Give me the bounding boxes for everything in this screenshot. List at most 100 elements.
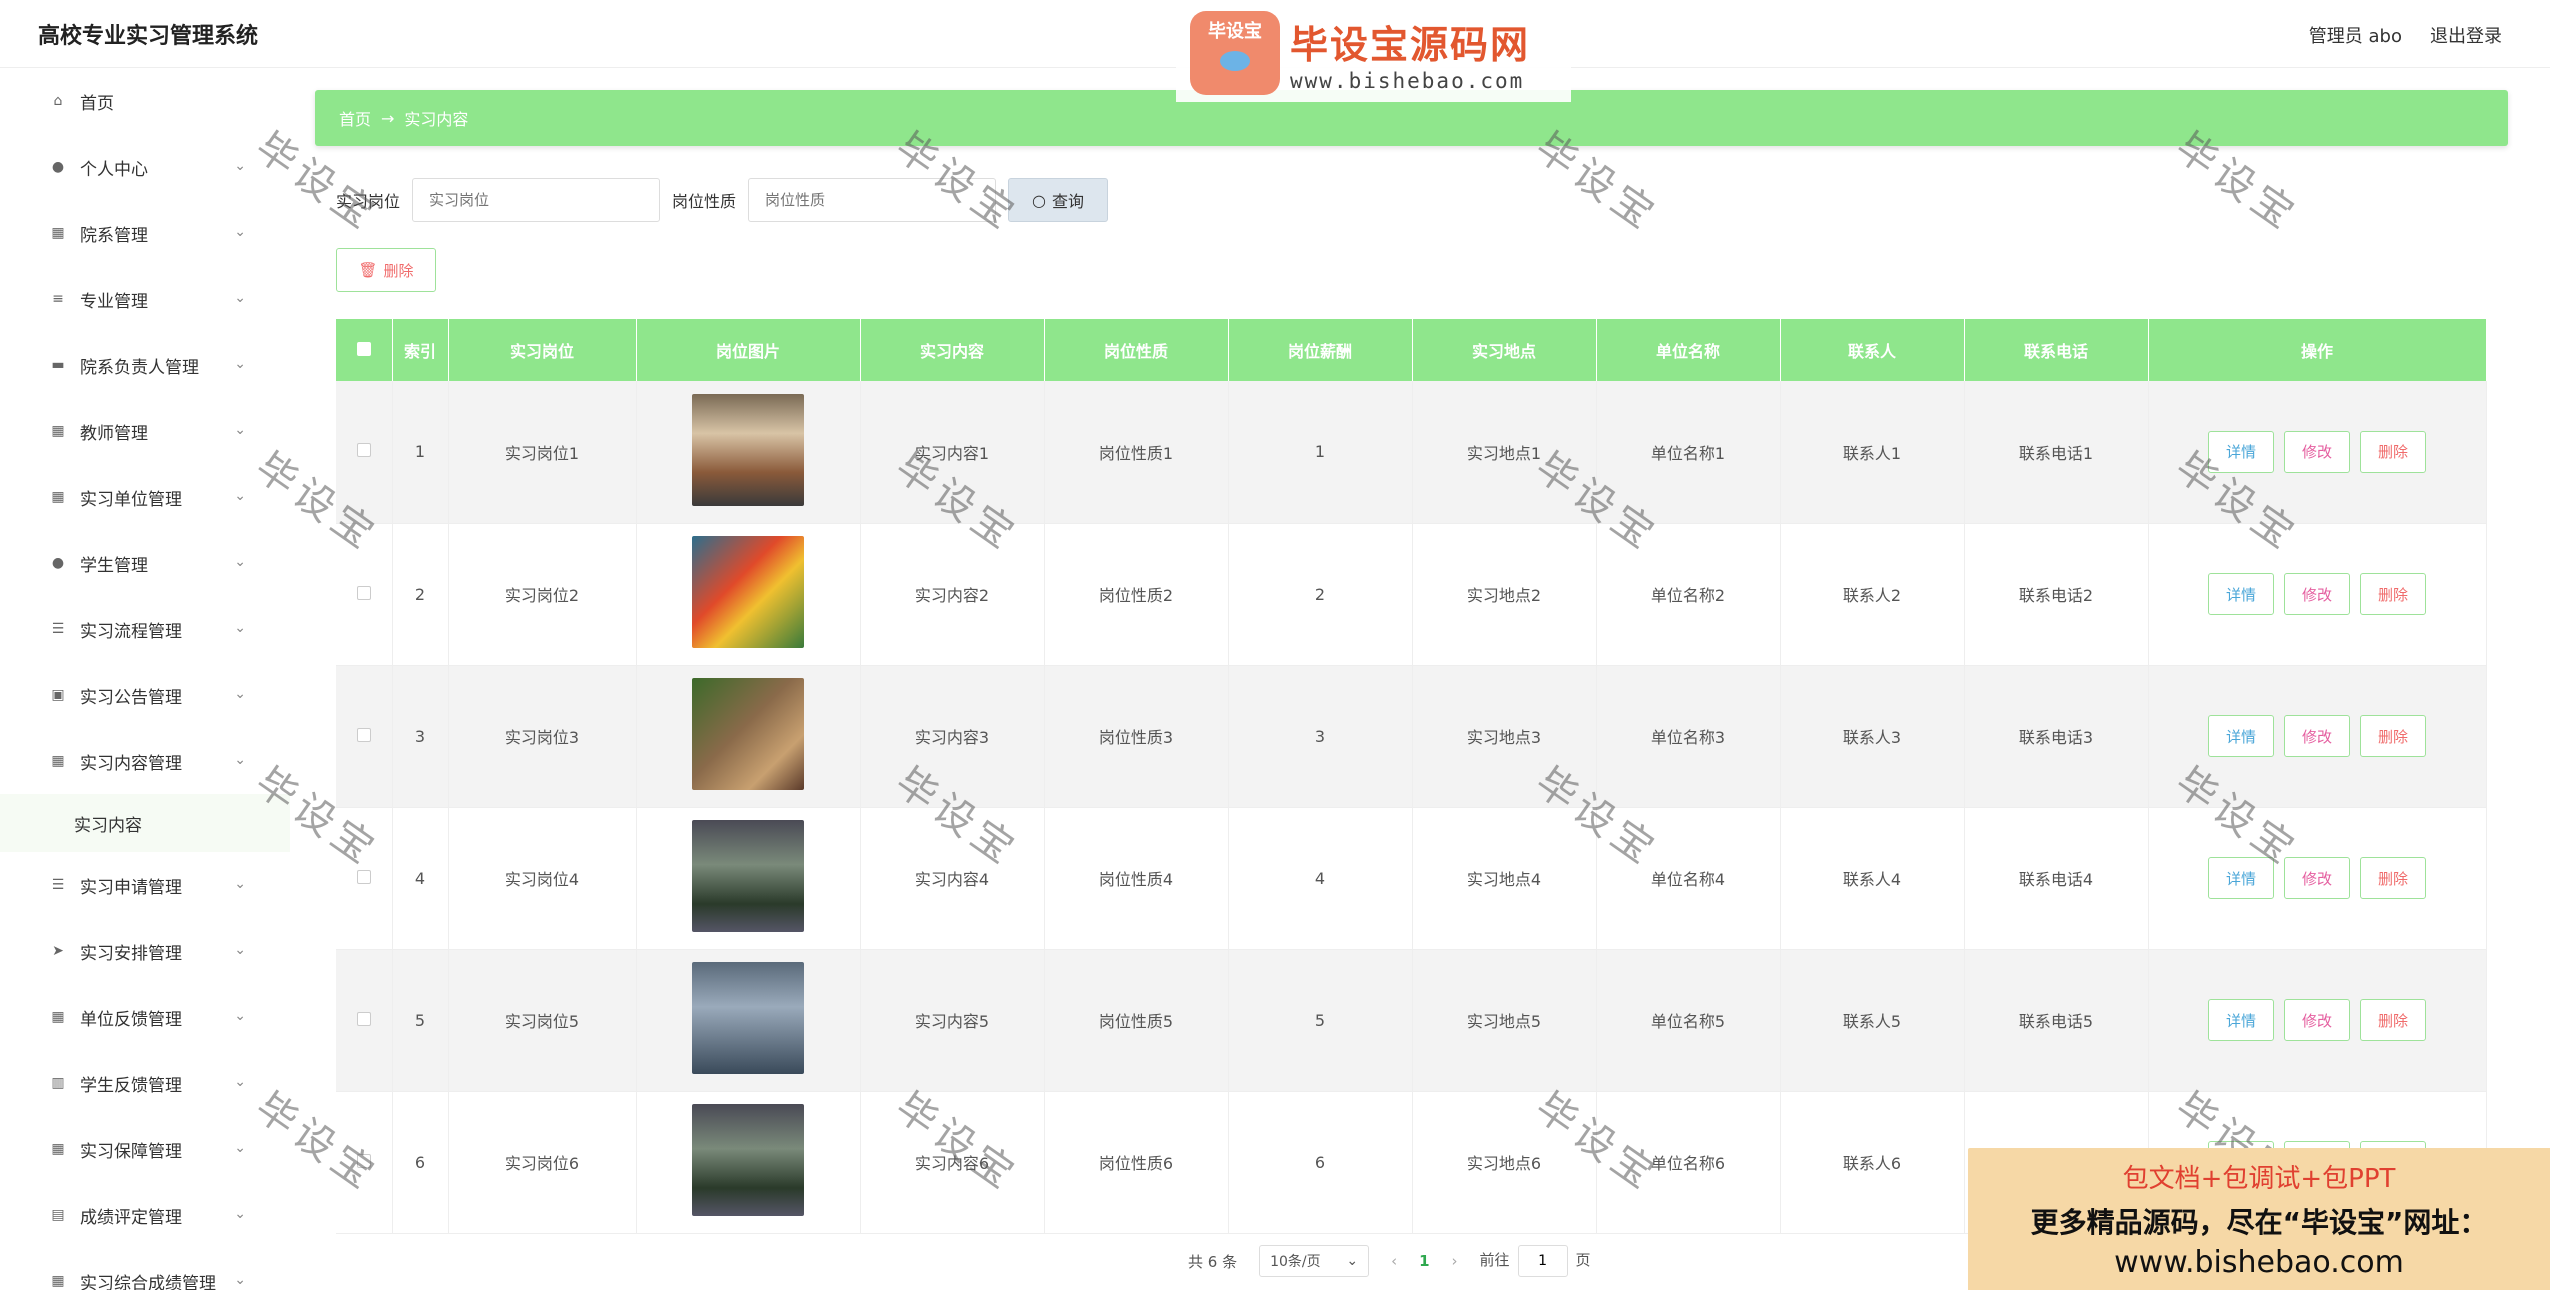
grid-icon: ▦	[51, 1009, 65, 1025]
sidebar-item[interactable]: ● 个人中心 ⌄	[0, 134, 290, 200]
edit-button[interactable]: 修改	[2284, 573, 2350, 615]
cell-post: 实习岗位5	[448, 949, 637, 1092]
select-all-checkbox[interactable]	[336, 319, 393, 381]
delete-button[interactable]: 删除	[2360, 573, 2426, 615]
sidebar-item-label: 单位反馈管理	[80, 1009, 182, 1030]
page-size-select[interactable]: 10条/页 ⌄	[1259, 1245, 1370, 1277]
cell-content: 实习内容3	[860, 665, 1045, 808]
sidebar-item[interactable]: ▥ 学生反馈管理 ⌄	[0, 1050, 290, 1116]
search-button-label: 查询	[1052, 192, 1085, 211]
sidebar-item[interactable]: ☰ 实习申请管理 ⌄	[0, 852, 290, 918]
post-image-cell	[636, 1091, 861, 1234]
table-row[interactable]: 2 实习岗位2 实习内容2 岗位性质2 2 实习地点2 单位名称2 联系人2 联系电话2 详情 修改…	[336, 523, 2487, 666]
promo-line-2: 更多精品源码，尽在“毕设宝”网址：	[2030, 1206, 2488, 1239]
table-row[interactable]: 1 实习岗位1 实习内容1 岗位性质1 1 实习地点1 单位名称1 联系人1 联系电话1 详情 修改…	[336, 381, 2487, 524]
grid-icon: ▦	[51, 1141, 65, 1157]
column-header[interactable]: 联系人	[1780, 319, 1965, 381]
column-header[interactable]: 岗位薪酬	[1228, 319, 1413, 381]
post-image[interactable]	[692, 962, 804, 1074]
column-header[interactable]: 实习内容	[860, 319, 1045, 381]
detail-button[interactable]: 详情	[2208, 573, 2274, 615]
sidebar-item[interactable]: ▦ 实习保障管理 ⌄	[0, 1116, 290, 1182]
sidebar-item-label: 专业管理	[80, 291, 148, 312]
row-actions: 详情修改删除	[2148, 523, 2487, 666]
search-button[interactable]: ○ 查询	[1008, 178, 1109, 222]
edit-button[interactable]: 修改	[2284, 715, 2350, 757]
chevron-down-icon: ⌄	[234, 1272, 246, 1288]
row-checkbox[interactable]	[336, 665, 393, 808]
sidebar-item-label: 实习单位管理	[80, 489, 182, 510]
sidebar-item[interactable]: ● 学生管理 ⌄	[0, 530, 290, 596]
sidebar-item[interactable]: ▣ 实习公告管理 ⌄	[0, 662, 290, 728]
admin-user-label[interactable]: 管理员 abo	[2309, 22, 2402, 48]
post-image[interactable]	[692, 393, 804, 506]
sidebar-item[interactable]: ▦ 教师管理 ⌄	[0, 398, 290, 464]
post-search-input[interactable]	[412, 178, 661, 222]
column-header[interactable]: 联系电话	[1964, 319, 2149, 381]
sidebar-item[interactable]: ▦ 实习单位管理 ⌄	[0, 464, 290, 530]
sidebar-item[interactable]: ▦ 单位反馈管理 ⌄	[0, 984, 290, 1050]
row-checkbox[interactable]	[336, 1091, 393, 1234]
post-image[interactable]	[692, 1104, 804, 1216]
delete-button[interactable]: 删除	[2360, 857, 2426, 899]
delete-button[interactable]: 删除	[2360, 999, 2426, 1041]
sidebar-subitem-internship-content[interactable]: 实习内容	[0, 794, 290, 852]
chevron-down-icon: ⌄	[234, 876, 246, 892]
detail-button[interactable]: 详情	[2208, 857, 2274, 899]
next-page-button[interactable]: ›	[1452, 1252, 1458, 1270]
sidebar-item[interactable]: ▦ 院系管理 ⌄	[0, 200, 290, 266]
sidebar-item[interactable]: ≡ 专业管理 ⌄	[0, 266, 290, 332]
sidebar-item[interactable]: ▦ 实习内容管理 ⌄	[0, 728, 290, 794]
delete-button[interactable]: 删除	[2360, 715, 2426, 757]
table-row[interactable]: 4 实习岗位4 实习内容4 岗位性质4 4 实习地点4 单位名称4 联系人4 联系电话4 详情 修改…	[336, 807, 2487, 950]
cell-content: 实习内容1	[860, 381, 1045, 524]
sidebar-item[interactable]: ▤ 成绩评定管理 ⌄	[0, 1182, 290, 1248]
post-image-cell	[636, 807, 861, 950]
sidebar-item[interactable]: ▦ 实习综合成绩管理 ⌄	[0, 1248, 290, 1290]
cell-contact: 联系人1	[1780, 381, 1965, 524]
row-checkbox[interactable]	[336, 807, 393, 950]
home-icon: ⌂	[53, 93, 63, 109]
edit-button[interactable]: 修改	[2284, 430, 2350, 473]
table-row[interactable]: 5 实习岗位5 实习内容5 岗位性质5 5 实习地点5 单位名称5 联系人5 联系电话5 详情 修改…	[336, 949, 2487, 1092]
cell-post: 实习岗位1	[448, 381, 637, 524]
cell-content: 实习内容2	[860, 523, 1045, 666]
column-header[interactable]: 实习地点	[1412, 319, 1597, 381]
batch-delete-label: 删除	[383, 261, 414, 280]
post-image[interactable]	[692, 678, 804, 790]
sidebar-item[interactable]: ☰ 实习流程管理 ⌄	[0, 596, 290, 662]
sidebar-item[interactable]: ⌂ 首页	[0, 68, 290, 134]
row-checkbox[interactable]	[336, 523, 393, 666]
page-number[interactable]: 1	[1419, 1252, 1429, 1270]
sidebar-item[interactable]: ➤ 实习安排管理 ⌄	[0, 918, 290, 984]
prev-page-button[interactable]: ‹	[1391, 1252, 1397, 1270]
sidebar-item[interactable]: ▬ 院系负责人管理 ⌄	[0, 332, 290, 398]
logout-link[interactable]: 退出登录	[2430, 22, 2502, 48]
table-row[interactable]: 3 实习岗位3 实习内容3 岗位性质3 3 实习地点3 单位名称3 联系人3 联系电话3 详情 修改…	[336, 665, 2487, 808]
edit-button[interactable]: 修改	[2284, 857, 2350, 899]
edit-button[interactable]: 修改	[2284, 999, 2350, 1041]
row-checkbox[interactable]	[336, 381, 393, 524]
grid-icon: ▦	[51, 423, 65, 439]
row-actions: 详情修改删除	[2148, 949, 2487, 1092]
breadcrumb-home[interactable]: 首页	[339, 106, 371, 130]
column-header[interactable]: 岗位性质	[1044, 319, 1229, 381]
column-header[interactable]: 实习岗位	[448, 319, 637, 381]
post-image[interactable]	[692, 536, 804, 648]
goto-unit: 页	[1575, 1251, 1591, 1269]
batch-delete-button[interactable]: 🗑 删除	[336, 248, 436, 292]
cell-salary: 1	[1228, 381, 1413, 524]
column-header[interactable]: 岗位图片	[636, 319, 861, 381]
row-checkbox[interactable]	[336, 949, 393, 1092]
grid-icon: ▦	[51, 1273, 65, 1289]
detail-button[interactable]: 详情	[2208, 999, 2274, 1041]
detail-button[interactable]: 详情	[2208, 430, 2274, 473]
column-header: 索引	[392, 319, 449, 381]
delete-button[interactable]: 删除	[2360, 430, 2426, 473]
post-image[interactable]	[692, 820, 804, 932]
detail-button[interactable]: 详情	[2208, 715, 2274, 757]
goto-page-input[interactable]	[1517, 1245, 1568, 1277]
column-header[interactable]: 单位名称	[1596, 319, 1781, 381]
sidebar-item-label: 实习公告管理	[80, 687, 182, 708]
nature-search-input[interactable]	[748, 178, 997, 222]
